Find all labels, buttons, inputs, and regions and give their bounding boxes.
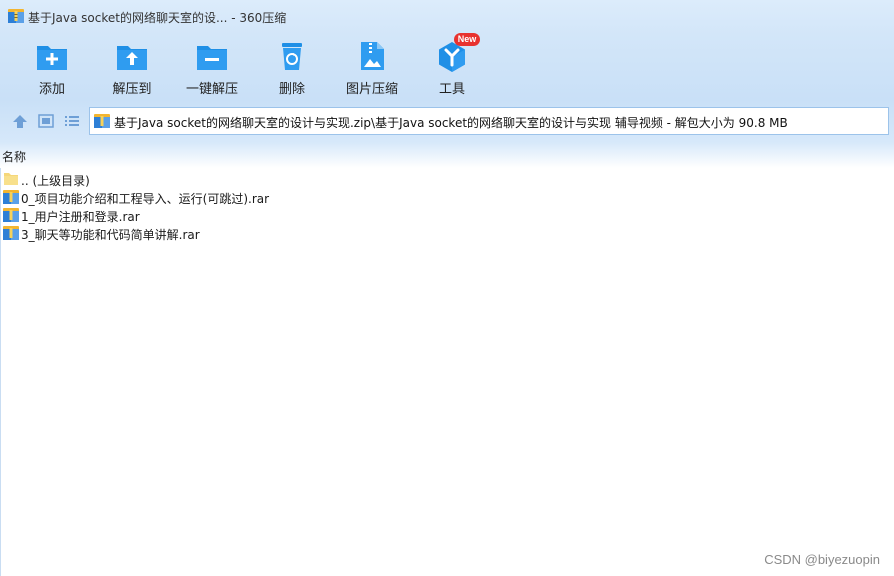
add-button[interactable]: 添加 (12, 38, 92, 98)
extract-to-button[interactable]: 解压到 (92, 38, 172, 98)
image-compress-button[interactable]: 图片压缩 (332, 38, 412, 98)
rar-archive-icon (3, 207, 19, 223)
column-header: 名称 (0, 142, 894, 168)
extract-to-label: 解压到 (112, 82, 152, 97)
list-item[interactable]: 3_聊天等功能和代码简单讲解.rar (0, 224, 400, 242)
one-click-extract-button[interactable]: 一键解压 (172, 38, 252, 98)
image-compress-icon (361, 42, 384, 70)
list-item-label: 3_聊天等功能和代码简单讲解.rar (21, 228, 200, 242)
trash-icon (282, 43, 302, 70)
list-item-label: .. (上级目录) (21, 174, 90, 188)
add-label: 添加 (38, 82, 65, 97)
list-item-label: 1_用户注册和登录.rar (21, 210, 140, 224)
thumbnail-view-icon[interactable] (37, 113, 55, 129)
image-compress-label: 图片压缩 (345, 82, 398, 97)
tools-label: 工具 (438, 82, 465, 97)
rar-archive-icon (3, 225, 19, 241)
toolbar: 添加 解压到 一键解压 删除 图片压缩 工具 (0, 34, 894, 100)
one-click-extract-label: 一键解压 (185, 82, 238, 97)
rar-archive-icon (3, 189, 19, 205)
delete-label: 删除 (278, 82, 305, 97)
tools-button[interactable]: 工具 (412, 38, 492, 98)
archive-icon (94, 114, 110, 128)
watermark: CSDN @biyezuopin (764, 552, 880, 567)
list-item[interactable]: 1_用户注册和登录.rar (0, 206, 400, 224)
list-item-parent[interactable]: .. (上级目录) (0, 170, 400, 188)
up-arrow-icon[interactable] (11, 113, 29, 129)
window-title: 基于Java socket的网络聊天室的设... - 360压缩 (28, 11, 287, 25)
list-item[interactable]: 0_项目功能介绍和工程导入、运行(可跳过).rar (0, 188, 400, 206)
address-path: 基于Java socket的网络聊天室的设计与实现.zip\基于Java soc… (114, 116, 788, 130)
archive-window: 基于Java socket的网络聊天室的设... - 360压缩 添加 解压到 (0, 0, 894, 576)
extract-to-icon (117, 46, 147, 70)
add-folder-icon (37, 46, 67, 70)
title-bar[interactable]: 基于Java socket的网络聊天室的设... - 360压缩 (0, 0, 894, 34)
address-bar[interactable]: 基于Java socket的网络聊天室的设计与实现.zip\基于Java soc… (89, 107, 889, 135)
column-name-header[interactable]: 名称 (2, 148, 26, 165)
parent-folder-icon (3, 171, 19, 187)
one-click-extract-icon (197, 46, 227, 70)
list-view-icon[interactable] (63, 113, 81, 129)
new-badge: New (454, 33, 480, 46)
delete-button[interactable]: 删除 (252, 38, 332, 98)
list-item-label: 0_项目功能介绍和工程导入、运行(可跳过).rar (21, 192, 270, 206)
archive-app-icon (8, 9, 24, 23)
